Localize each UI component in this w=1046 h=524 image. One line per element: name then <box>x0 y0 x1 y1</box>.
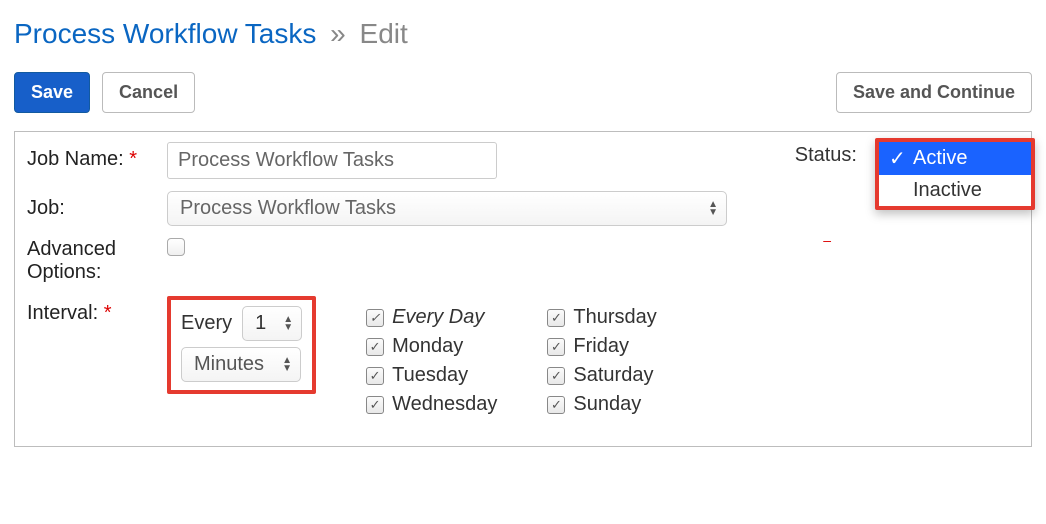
row-interval: Interval: * Every 1 ▲▼ Minutes ▲▼ ✓ Every… <box>27 296 1019 416</box>
status-block: Status: ✓ Active Inactive <box>795 138 1035 210</box>
days-column-2: ✓ Thursday ✓ Friday ✓ Saturday ✓ Sunday <box>547 306 656 416</box>
status-option-label: Inactive <box>913 179 982 202</box>
label-interval: Interval: * <box>27 296 167 325</box>
interval-unit-select[interactable]: Minutes ▲▼ <box>181 347 301 382</box>
interval-highlight-box: Every 1 ▲▼ Minutes ▲▼ <box>167 296 316 394</box>
status-option[interactable]: Inactive <box>879 175 1031 206</box>
job-select-value: Process Workflow Tasks <box>180 197 396 220</box>
checkbox-icon[interactable]: ✓ <box>547 338 565 356</box>
checkbox-icon[interactable]: ✓ <box>366 309 384 327</box>
label-job-name: Job Name: * <box>27 142 167 171</box>
day-label: Every Day <box>392 306 484 329</box>
day-item[interactable]: ✓ Friday <box>547 335 656 358</box>
day-item[interactable]: ✓ Saturday <box>547 364 656 387</box>
interval-value-stepper[interactable]: 1 ▲▼ <box>242 306 302 341</box>
day-item[interactable]: ✓ Monday <box>366 335 497 358</box>
day-label: Thursday <box>573 306 656 329</box>
breadcrumb-separator: » <box>330 18 346 49</box>
advanced-options-checkbox[interactable] <box>167 238 185 256</box>
save-button[interactable]: Save <box>14 72 90 113</box>
status-dropdown-menu[interactable]: ✓ Active Inactive <box>875 138 1035 210</box>
day-label: Saturday <box>573 364 653 387</box>
label-status: Status: <box>795 138 857 167</box>
days-column-1: ✓ Every Day ✓ Monday ✓ Tuesday ✓ Wednesday <box>366 306 497 416</box>
breadcrumb: Process Workflow Tasks » Edit <box>14 18 1032 50</box>
day-label: Monday <box>392 335 463 358</box>
checkbox-icon[interactable]: ✓ <box>547 367 565 385</box>
check-icon: ✓ <box>889 146 903 171</box>
day-label: Wednesday <box>392 393 497 416</box>
toolbar: Save Cancel Save and Continue <box>14 72 1032 113</box>
save-and-continue-button[interactable]: Save and Continue <box>836 72 1032 113</box>
caret-mark: – <box>823 232 831 248</box>
checkbox-icon[interactable]: ✓ <box>547 396 565 414</box>
interval-every-label: Every <box>181 312 232 335</box>
breadcrumb-root-link[interactable]: Process Workflow Tasks <box>14 18 316 49</box>
interval-value-text: 1 <box>255 312 266 335</box>
cancel-button[interactable]: Cancel <box>102 72 195 113</box>
required-mark: * <box>104 302 112 324</box>
label-job: Job: <box>27 191 167 220</box>
interval-days: ✓ Every Day ✓ Monday ✓ Tuesday ✓ Wednesday ✓ Thu… <box>366 296 657 416</box>
day-item[interactable]: ✓ Thursday <box>547 306 656 329</box>
day-label: Sunday <box>573 393 641 416</box>
job-select[interactable]: Process Workflow Tasks ▲▼ <box>167 191 727 226</box>
checkbox-icon[interactable]: ✓ <box>547 309 565 327</box>
checkbox-icon[interactable]: ✓ <box>366 367 384 385</box>
row-advanced-options: Advanced Options: <box>27 238 1019 284</box>
job-name-input[interactable] <box>167 142 497 179</box>
day-item[interactable]: ✓ Sunday <box>547 393 656 416</box>
checkbox-icon[interactable]: ✓ <box>366 338 384 356</box>
status-option[interactable]: ✓ Active <box>879 142 1031 175</box>
form-panel: Job Name: * Job: Process Workflow Tasks … <box>14 131 1032 447</box>
interval-unit-text: Minutes <box>194 353 264 376</box>
stepper-icon: ▲▼ <box>283 316 293 332</box>
day-item[interactable]: ✓ Tuesday <box>366 364 497 387</box>
required-mark: * <box>129 148 137 170</box>
day-item[interactable]: ✓ Every Day <box>366 306 497 329</box>
label-advanced-options: Advanced Options: <box>27 238 167 284</box>
stepper-icon: ▲▼ <box>282 357 292 373</box>
status-option-label: Active <box>913 147 967 170</box>
day-label: Tuesday <box>392 364 468 387</box>
breadcrumb-current: Edit <box>360 18 408 49</box>
checkbox-icon[interactable]: ✓ <box>366 396 384 414</box>
stepper-icon: ▲▼ <box>708 201 718 217</box>
day-item[interactable]: ✓ Wednesday <box>366 393 497 416</box>
day-label: Friday <box>573 335 629 358</box>
